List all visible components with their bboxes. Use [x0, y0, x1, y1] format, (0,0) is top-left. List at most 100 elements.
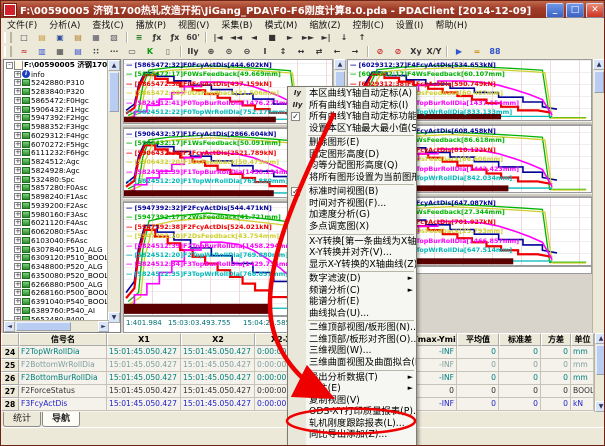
- column-header-单位[interactable]: 单位: [571, 333, 594, 346]
- go-last-icon[interactable]: ►|: [317, 30, 335, 45]
- expand-icon[interactable]: +: [14, 246, 21, 253]
- tree-item-5906432-F1Hgc[interactable]: +5906432:F1Hgc: [5, 105, 109, 114]
- pan-horizontal-icon[interactable]: ↔: [292, 44, 310, 59]
- right-charts-scroll-thumb[interactable]: [594, 71, 604, 93]
- context-menu-item-21[interactable]: 能谱分析(E): [288, 296, 416, 308]
- context-menu-item-33[interactable]: 轧机刚度跟踪报表(L)...: [288, 418, 416, 430]
- tree-item-5947392-F2Hgc[interactable]: +5947392:F2Hgc: [5, 114, 109, 123]
- tree-item-6389760-P540-AI[interactable]: +6389760:P540_AI: [5, 306, 109, 315]
- zoom-out-icon[interactable]: ⊖: [238, 44, 256, 59]
- tree-item-6021120-F4Asc[interactable]: +6021120:F4Asc: [5, 219, 109, 228]
- context-menu-item-15[interactable]: X-Y转换[第一条曲线为X轴](J): [288, 236, 416, 248]
- expand-icon[interactable]: +: [14, 114, 21, 121]
- tree-item-5857280-F0Asc[interactable]: +5857280:F0Asc: [5, 184, 109, 193]
- fast-rewind-icon[interactable]: ◄◄: [227, 30, 245, 45]
- swap-horizontal-icon[interactable]: ⇄: [310, 44, 328, 59]
- tree-item-6062080-F5Asc[interactable]: +6062080:F5Asc: [5, 227, 109, 236]
- tree-item-6103040-F6Asc[interactable]: +6103040:F6Asc: [5, 236, 109, 245]
- dual-cursor-icon[interactable]: ∷: [87, 44, 105, 59]
- go-first-icon[interactable]: |◄: [209, 30, 227, 45]
- tree-item-info[interactable]: +iinfo: [5, 70, 109, 79]
- expand-icon[interactable]: +: [14, 307, 21, 314]
- tree-item-5824512-Agc[interactable]: +5824512:Agc: [5, 157, 109, 166]
- expand-icon[interactable]: +: [14, 219, 21, 226]
- close-button[interactable]: ✕: [586, 3, 604, 18]
- tree-item-532480-Spc[interactable]: +532480:Spc: [5, 175, 109, 184]
- context-menu-item-17[interactable]: 显示X-Y转换的X轴曲线(Z): [288, 259, 416, 271]
- signal-trace-icon[interactable]: ≈: [15, 44, 33, 59]
- tree-hscroll-thumb[interactable]: [16, 322, 71, 331]
- save-icon[interactable]: ▣: [51, 30, 69, 45]
- expand-icon[interactable]: +: [14, 193, 21, 200]
- expand-vertical-icon[interactable]: ↕: [274, 44, 292, 59]
- new-file-icon[interactable]: □: [15, 30, 33, 45]
- grid-view-icon[interactable]: ▦: [51, 44, 69, 59]
- context-menu-item-13[interactable]: 多点调宽图(X): [288, 221, 416, 233]
- expand-icon[interactable]: +: [14, 202, 21, 209]
- tree-item-6029312-F4Hgc[interactable]: +6029312:F4Hgc: [5, 131, 109, 140]
- toolbar-grip[interactable]: [4, 32, 12, 43]
- scroll-right-icon[interactable]: ►: [98, 321, 109, 332]
- cursor-i-icon[interactable]: I: [256, 44, 274, 59]
- context-menu-item-1[interactable]: IIy所有曲线Y轴自动定标(I): [288, 100, 416, 112]
- zoom-region-icon[interactable]: ⊙: [220, 44, 238, 59]
- function-fx-icon[interactable]: ƒx: [148, 30, 166, 45]
- scroll-up-icon[interactable]: ▲: [334, 59, 346, 70]
- expand-icon[interactable]: +: [14, 272, 21, 279]
- context-menu-item-24[interactable]: 二维顶部视图/板形图(N)...: [288, 322, 416, 334]
- table-view-icon[interactable]: ▤: [69, 44, 87, 59]
- expand-icon[interactable]: +: [14, 167, 21, 174]
- expand-icon[interactable]: +: [14, 141, 21, 148]
- tree-item-6309120-P510-BOOL[interactable]: +6309120:P510_BOOL: [5, 254, 109, 263]
- context-menu-item-34[interactable]: 同比导出添加(Z)...: [288, 429, 416, 441]
- tree-item-6111232-F6Hgc[interactable]: +6111232:F6Hgc: [5, 149, 109, 158]
- expand-icon[interactable]: +: [14, 79, 21, 86]
- function-fx2-icon[interactable]: ƒx: [166, 30, 184, 45]
- column-header-标准差[interactable]: 标准差: [499, 333, 541, 346]
- column-header-方差[interactable]: 方差: [541, 333, 571, 346]
- column-header-X1[interactable]: X1: [107, 333, 181, 346]
- battery-icon[interactable]: ▯: [159, 44, 177, 59]
- tree-root-item[interactable]: -F:\00590005 济钢1700热轧改: [5, 61, 109, 70]
- stop-acquire-icon[interactable]: ⊘: [371, 44, 389, 59]
- expand-icon[interactable]: +: [14, 237, 21, 244]
- play-icon[interactable]: ►: [281, 30, 299, 45]
- print-icon[interactable]: ▦: [87, 30, 105, 45]
- menu-item-10[interactable]: 帮助(H): [430, 18, 474, 31]
- column-header-信号名[interactable]: 信号名: [19, 333, 107, 346]
- expand-icon[interactable]: +: [14, 228, 21, 235]
- tree-scroll-thumb[interactable]: [109, 72, 119, 112]
- expand-icon[interactable]: +: [14, 184, 21, 191]
- scroll-down-icon[interactable]: ▼: [108, 312, 120, 323]
- column-header-X2[interactable]: X2: [181, 333, 255, 346]
- context-menu-item-32[interactable]: ODS-XY打印质量报表(P)...: [288, 406, 416, 418]
- shift-left-icon[interactable]: ←: [328, 44, 346, 59]
- tab-active[interactable]: 导航: [42, 412, 80, 427]
- table-scrollbar[interactable]: ▲ ▼: [594, 333, 605, 412]
- expand-icon[interactable]: +: [14, 289, 21, 296]
- context-menu-item-20[interactable]: 频谱分析(C)►: [288, 285, 416, 297]
- shift-right-icon[interactable]: →: [346, 44, 364, 59]
- tree-vertical-scrollbar[interactable]: ▲ ▼: [107, 60, 120, 323]
- maximize-button[interactable]: □: [566, 3, 584, 18]
- tree-item-5939200-F2Asc[interactable]: +5939200:F2Asc: [5, 201, 109, 210]
- minimize-button[interactable]: _: [546, 3, 564, 18]
- menu-item-9[interactable]: 设置(I): [390, 18, 430, 31]
- expand-icon[interactable]: +: [14, 298, 21, 305]
- bar-chart-icon[interactable]: ▥: [33, 44, 51, 59]
- context-menu-item-30[interactable]: 标注(E)►: [288, 383, 416, 395]
- tree-item-5242880-P310[interactable]: +5242880:P310: [5, 79, 109, 88]
- context-menu-item-19[interactable]: 数字滤波(D)►: [288, 273, 416, 285]
- xy-upper-icon[interactable]: X/Y: [425, 44, 443, 59]
- stop-acquire2-icon[interactable]: ⊘: [389, 44, 407, 59]
- tree-item-6350080-P520-BOOL[interactable]: +6350080:P520_BOOL: [5, 271, 109, 280]
- context-menu-item-8[interactable]: 将所有图形设置为当前图形高度(W): [288, 172, 416, 184]
- tree-horizontal-scrollbar[interactable]: ◄ ►: [4, 320, 109, 332]
- expand-icon[interactable]: +: [14, 263, 21, 270]
- tree-item-6348800-P520-ALG[interactable]: +6348800:P520_ALG: [5, 262, 109, 271]
- context-menu-item-7[interactable]: 均等分配图形高度(Q): [288, 160, 416, 172]
- tree-item-5824928-Agc[interactable]: +5824928:Agc: [5, 166, 109, 175]
- tree-item-5898240-F1Asc[interactable]: +5898240:F1Asc: [5, 192, 109, 201]
- context-menu-item-22[interactable]: 曲线拟合(U)...: [288, 308, 416, 320]
- layout-88-icon[interactable]: 88: [486, 44, 504, 59]
